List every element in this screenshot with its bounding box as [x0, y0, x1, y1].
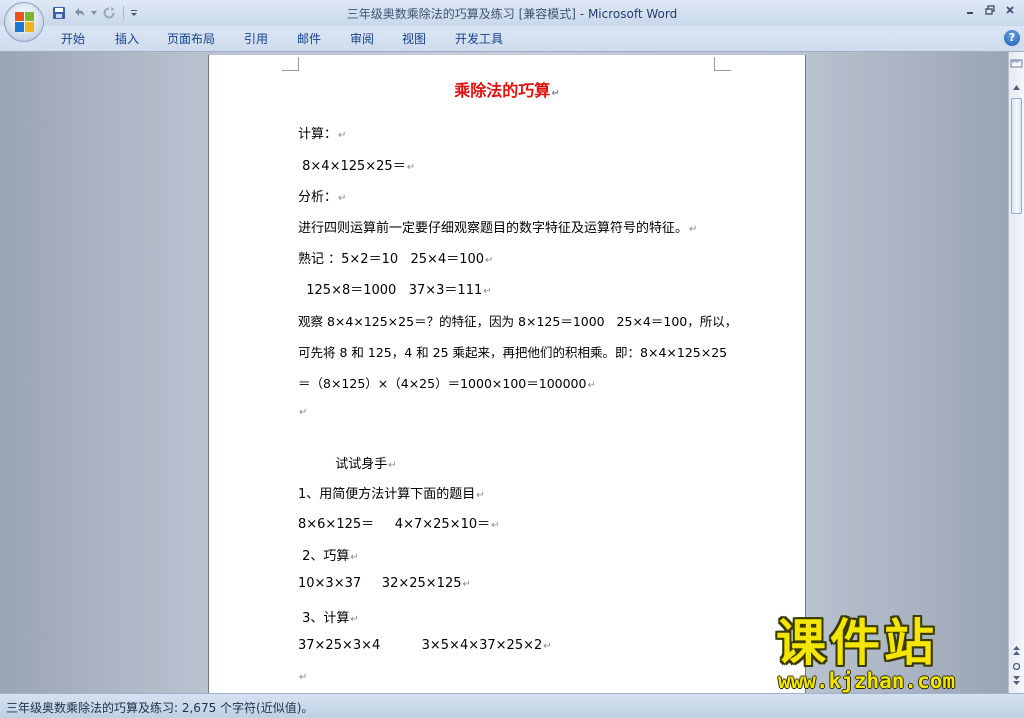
- arrow-up-icon: [1013, 85, 1020, 90]
- watermark-logo: 课件站 www.kjzhan.com: [770, 614, 1010, 694]
- doc-line: 计算：↵: [298, 127, 347, 142]
- tab-page-layout[interactable]: 页面布局: [167, 30, 215, 48]
- doc-line: 3、计算↵: [298, 611, 359, 626]
- close-button[interactable]: [1002, 3, 1018, 17]
- watermark-url: www.kjzhan.com: [778, 669, 956, 693]
- paragraph-mark-icon: ↵: [551, 88, 560, 99]
- doc-line: 分析：↵: [298, 190, 347, 205]
- doc-line: 试试身手↵: [298, 457, 397, 472]
- restore-button[interactable]: [982, 3, 998, 17]
- scroll-thumb[interactable]: [1011, 98, 1022, 214]
- document-page[interactable]: 乘除法的巧算↵ 计算：↵ 8×4×125×25＝↵ 分析：↵ 进行四则运算前一定…: [209, 55, 805, 695]
- title-bar: 三年级奥数乘除法的巧算及练习 [兼容模式] - Microsoft Word: [0, 0, 1024, 26]
- tab-home[interactable]: 开始: [61, 30, 85, 48]
- vertical-scrollbar[interactable]: [1008, 52, 1024, 693]
- help-button[interactable]: ?: [1004, 30, 1020, 46]
- paragraph-mark-icon: ↵: [299, 407, 308, 418]
- browse-object-icon: [1013, 663, 1020, 670]
- window-title: 三年级奥数乘除法的巧算及练习 [兼容模式] - Microsoft Word: [346, 7, 678, 21]
- paragraph-mark-icon: ↵: [338, 193, 347, 204]
- paragraph-mark-icon: ↵: [462, 579, 471, 590]
- ruler-icon: [1010, 59, 1023, 68]
- paragraph-mark-icon: ↵: [338, 130, 347, 141]
- tab-insert[interactable]: 插入: [115, 30, 139, 48]
- watermark-text: 课件站: [776, 614, 938, 672]
- window-controls: [962, 3, 1018, 17]
- double-arrow-down-icon: [1013, 676, 1020, 685]
- status-bar: 三年级奥数乘除法的巧算及练习: 2,675 个字符(近似值)。: [0, 693, 1024, 718]
- doc-line: 熟记 ：5×2＝10 25×4＝100↵: [298, 252, 494, 267]
- paragraph-mark-icon: ↵: [485, 255, 494, 266]
- doc-line: ＝（8×125）×（4×25）＝1000×100＝100000↵: [298, 376, 596, 391]
- tab-mailings[interactable]: 邮件: [297, 30, 321, 48]
- ribbon-tab-bar: 开始 插入 页面布局 引用 邮件 审阅 视图 开发工具 ?: [0, 26, 1024, 52]
- paragraph-mark-icon: ↵: [476, 490, 485, 501]
- tab-review[interactable]: 审阅: [350, 30, 374, 48]
- margin-corner-top-left: [282, 57, 299, 71]
- minimize-icon: [967, 12, 973, 14]
- doc-line: 2、巧算↵: [298, 549, 359, 564]
- office-logo-icon: [15, 12, 34, 32]
- margin-corner-top-right: [714, 57, 731, 71]
- paragraph-mark-icon: ↵: [350, 552, 359, 563]
- paragraph-mark-icon: ↵: [350, 614, 359, 625]
- status-word-count[interactable]: 三年级奥数乘除法的巧算及练习: 2,675 个字符(近似值)。: [6, 699, 313, 716]
- restore-icon: [985, 5, 995, 15]
- select-browse-object-button[interactable]: [1011, 661, 1022, 672]
- tab-references[interactable]: 引用: [244, 30, 268, 48]
- tab-view[interactable]: 视图: [402, 30, 426, 48]
- double-arrow-up-icon: [1013, 646, 1020, 655]
- doc-line: 进行四则运算前一定要仔细观察题目的数字特征及运算符号的特征。↵: [298, 221, 698, 236]
- paragraph-mark-icon: ↵: [388, 460, 397, 471]
- paragraph-mark-icon: ↵: [491, 520, 500, 531]
- doc-line: 125×8＝1000 37×3＝111↵: [298, 283, 492, 298]
- scroll-up-button[interactable]: [1011, 82, 1022, 93]
- paragraph-mark-icon: ↵: [689, 224, 698, 235]
- doc-line: ↵: [298, 669, 307, 684]
- view-ruler-button[interactable]: [1010, 55, 1023, 68]
- paragraph-mark-icon: ↵: [543, 641, 552, 652]
- doc-line: 8×4×125×25＝↵: [298, 159, 416, 174]
- paragraph-mark-icon: ↵: [406, 162, 416, 173]
- close-icon: [1006, 6, 1014, 14]
- tab-developer[interactable]: 开发工具: [455, 30, 503, 48]
- document-name: 三年级奥数乘除法的巧算及练习 [兼容模式]: [346, 7, 576, 21]
- office-button[interactable]: [4, 2, 44, 42]
- application-name: Microsoft Word: [587, 7, 678, 21]
- doc-line: 观察 8×4×125×25＝？的特征，因为 8×125＝1000 25×4＝10…: [298, 314, 738, 329]
- doc-line: 10×3×37 32×25×125↵: [298, 576, 471, 591]
- document-title: 乘除法的巧算↵: [454, 81, 560, 100]
- minimize-button[interactable]: [962, 3, 978, 17]
- previous-page-button[interactable]: [1011, 645, 1022, 656]
- doc-line: 1、用简便方法计算下面的题目↵: [298, 487, 485, 502]
- doc-line: 可先将 8 和 125，4 和 25 乘起来，再把他们的积相乘。即：8×4×12…: [298, 345, 728, 360]
- paragraph-mark-icon: ↵: [483, 286, 492, 297]
- help-icon: ?: [1008, 31, 1016, 44]
- doc-line: 8×6×125＝ 4×7×25×10＝↵: [298, 517, 500, 532]
- doc-line: ↵: [298, 404, 307, 419]
- paragraph-mark-icon: ↵: [587, 380, 596, 391]
- doc-line: 37×25×3×4 3×5×4×37×25×2↵: [298, 638, 552, 653]
- paragraph-mark-icon: ↵: [299, 672, 308, 683]
- next-page-button[interactable]: [1011, 675, 1022, 686]
